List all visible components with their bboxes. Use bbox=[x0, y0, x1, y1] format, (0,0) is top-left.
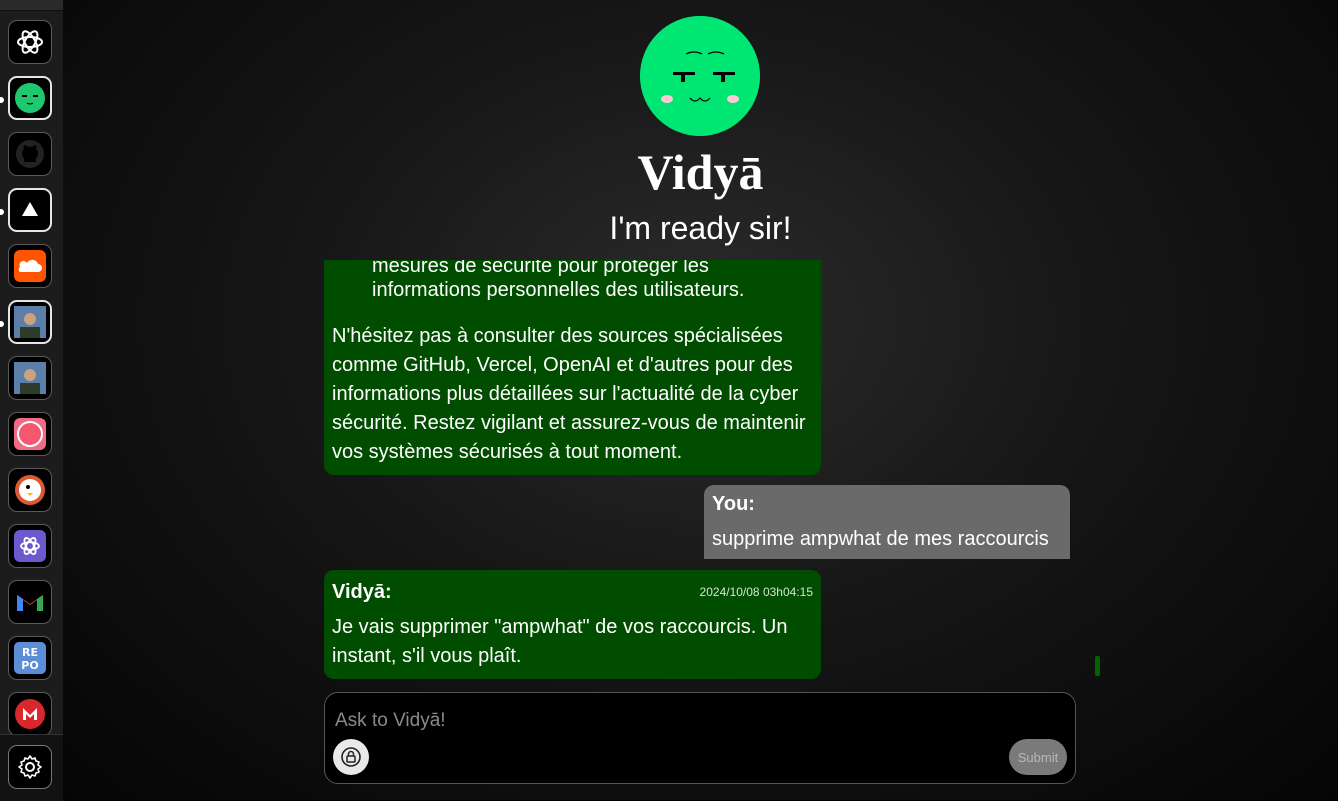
main-panel: mesures de sécurité pour protéger les in… bbox=[63, 0, 1338, 800]
gear-icon bbox=[18, 755, 42, 779]
assistant-message: Vidyā: 2024/10/08 03h04:15 Je vais suppr… bbox=[324, 570, 821, 679]
chat-composer: Submit bbox=[324, 692, 1076, 784]
active-indicator bbox=[0, 209, 4, 215]
profile-photo-icon bbox=[14, 306, 46, 338]
message-text: N'hésitez pas à consulter des sources sp… bbox=[332, 325, 806, 463]
vidya-avatar-icon bbox=[15, 83, 45, 113]
svg-text:PO: PO bbox=[21, 659, 38, 672]
sidebar-app-vidya[interactable] bbox=[8, 76, 52, 120]
chat-history[interactable]: mesures de sécurité pour protéger les in… bbox=[63, 260, 1338, 680]
prompt-input[interactable] bbox=[333, 707, 1057, 735]
attach-button[interactable] bbox=[333, 739, 369, 775]
submit-button[interactable]: Submit bbox=[1009, 739, 1067, 775]
active-indicator bbox=[0, 97, 4, 103]
duckduckgo-icon bbox=[15, 475, 45, 505]
sidebar-app-openai[interactable] bbox=[8, 20, 52, 64]
assistant-message: mesures de sécurité pour protéger les in… bbox=[324, 260, 821, 475]
message-timestamp: 2024/10/08 03h04:15 bbox=[699, 585, 813, 599]
sidebar-app-profile-2[interactable] bbox=[8, 356, 52, 400]
sidebar-app-github[interactable] bbox=[8, 132, 52, 176]
mega-icon bbox=[15, 699, 45, 729]
sidebar-app-mega[interactable] bbox=[8, 692, 52, 736]
openai-purple-icon bbox=[14, 530, 46, 562]
pink-circle-app-icon bbox=[14, 418, 46, 450]
message-list-tail: mesures de sécurité pour protéger les in… bbox=[372, 260, 745, 301]
github-icon bbox=[16, 140, 44, 168]
sidebar-app-openai-purple[interactable] bbox=[8, 524, 52, 568]
assistant-tagline: I'm ready sir! bbox=[609, 210, 792, 246]
sidebar-app-repo[interactable]: RE PO bbox=[8, 636, 52, 680]
scroll-indicator[interactable] bbox=[1095, 656, 1100, 676]
profile-photo-icon bbox=[14, 362, 46, 394]
app-sidebar: RE PO bbox=[0, 0, 63, 801]
message-text: supprime ampwhat de mes raccourcis bbox=[712, 528, 1049, 550]
gmail-icon bbox=[17, 595, 43, 611]
svg-text:RE: RE bbox=[22, 646, 38, 659]
vidya-avatar bbox=[640, 16, 760, 136]
sidebar-app-soundcloud[interactable] bbox=[8, 244, 52, 288]
sidebar-top-edge bbox=[0, 0, 63, 11]
sidebar-app-pink[interactable] bbox=[8, 412, 52, 456]
sidebar-app-gmail[interactable] bbox=[8, 580, 52, 624]
lock-circle-icon bbox=[341, 747, 361, 767]
message-sender: You: bbox=[712, 493, 755, 515]
assistant-name: Vidyā bbox=[637, 144, 764, 200]
sidebar-app-vercel[interactable] bbox=[8, 188, 52, 232]
settings-button[interactable] bbox=[8, 745, 52, 789]
user-message: You: supprime ampwhat de mes raccourcis bbox=[704, 485, 1070, 559]
assistant-header: Vidyā I'm ready sir! bbox=[63, 0, 1338, 260]
sidebar-app-duckduckgo[interactable] bbox=[8, 468, 52, 512]
soundcloud-icon bbox=[14, 250, 46, 282]
repo-icon: RE PO bbox=[14, 642, 46, 674]
vercel-icon bbox=[22, 202, 38, 216]
sidebar-app-profile-1[interactable] bbox=[8, 300, 52, 344]
openai-icon bbox=[17, 30, 43, 54]
active-indicator bbox=[0, 321, 4, 327]
message-text: Je vais supprimer "ampwhat" de vos racco… bbox=[332, 616, 788, 667]
